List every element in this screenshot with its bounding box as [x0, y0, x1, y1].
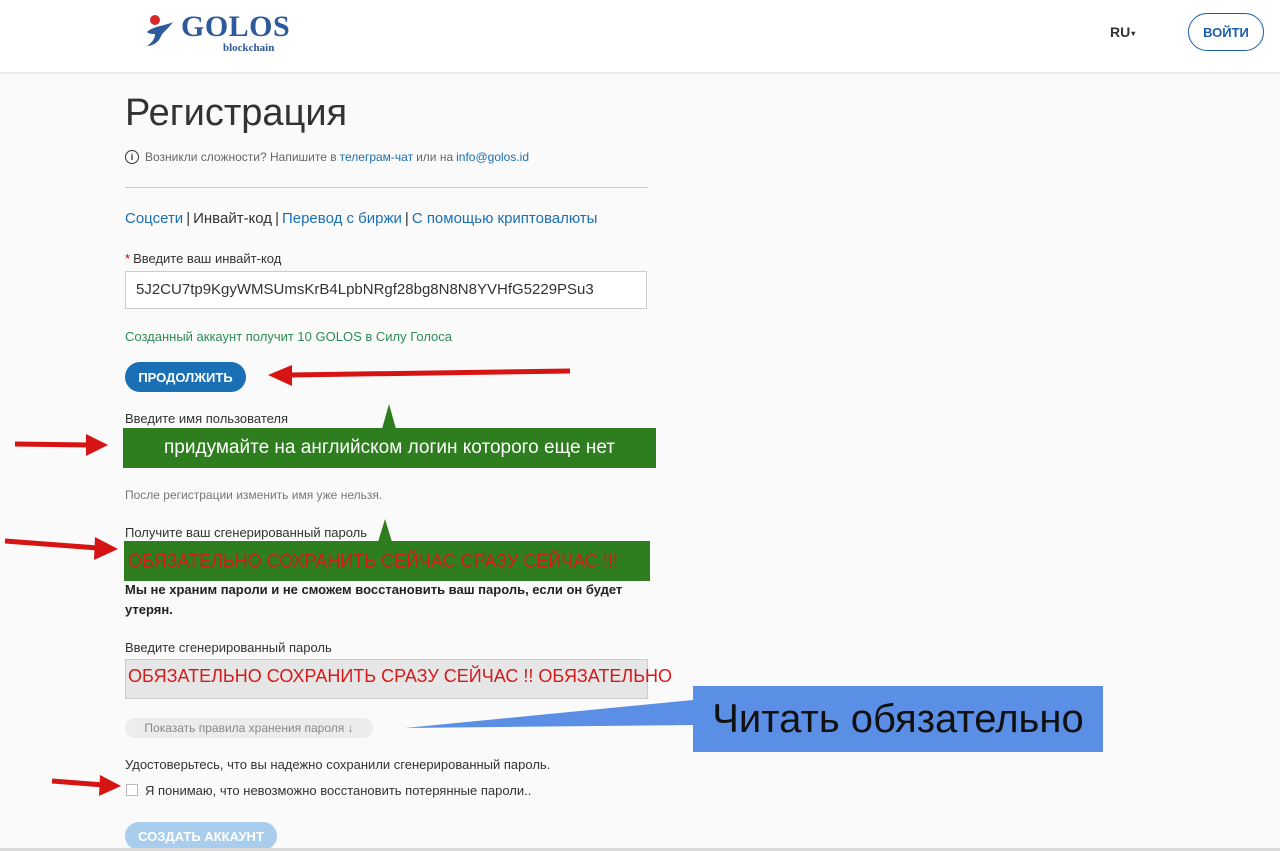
login-button[interactable]: ВОЙТИ: [1188, 13, 1264, 51]
ensure-saved-text: Удостоверьтесь, что вы надежно сохранили…: [125, 757, 551, 772]
help-line: i Возникли сложности? Напишите в телегра…: [125, 150, 532, 164]
create-account-button[interactable]: СОЗДАТЬ АККАУНТ: [125, 822, 277, 850]
method-separator: |: [275, 210, 279, 227]
required-asterisk: *: [125, 251, 131, 266]
invite-label-text: Введите ваш инвайт-код: [133, 251, 282, 266]
logo-figure-icon: [143, 12, 177, 50]
arrow-username-icon: [14, 434, 108, 456]
method-separator: |: [404, 210, 409, 227]
box-pointer-icon: [405, 700, 693, 728]
callout-pointer-icon: [382, 404, 396, 429]
method-crypto[interactable]: С помощью криптовалюты: [412, 210, 598, 227]
confirm-password-label: Введите сгенерированный пароль: [125, 640, 332, 655]
logo-title: GOLOS: [181, 10, 291, 43]
logo-subtitle: blockchain: [223, 42, 275, 54]
language-label: RU: [1110, 24, 1131, 40]
registration-methods: Соцсети | Инвайт-код | Перевод с биржи | С пом…: [125, 210, 597, 227]
callout-pointer-icon: [378, 519, 392, 542]
show-password-rules-button[interactable]: Показать правила хранения пароля ↓: [125, 718, 373, 738]
method-invite-code: Инвайт-код: [193, 210, 273, 227]
understand-checkbox[interactable]: [126, 784, 138, 796]
language-selector[interactable]: RU▾: [1110, 24, 1135, 40]
arrow-continue-icon: [268, 365, 571, 386]
checkbox-label[interactable]: Я понимаю, что невозможно восстановить п…: [145, 783, 531, 798]
method-separator: |: [186, 210, 191, 227]
confirm-overlay-text: ОБЯЗАТЕЛЬНО СОХРАНИТЬ СРАЗУ СЕЙЧАС !! ОБ…: [128, 666, 673, 686]
arrow-password-icon: [4, 537, 118, 560]
golos-logo[interactable]: GOLOS blockchain: [143, 12, 290, 54]
caret-down-icon: ▾: [1131, 28, 1136, 38]
site-header: GOLOS blockchain RU▾ ВОЙТИ: [0, 0, 1280, 73]
username-label: Введите имя пользователя: [125, 411, 289, 426]
page-title: Регистрация: [125, 92, 348, 134]
read-required-box: Читать обязательно: [693, 686, 1103, 752]
username-note: После регистрации изменить имя уже нельз…: [125, 488, 383, 502]
arrow-checkbox-icon: [51, 775, 121, 796]
invite-label: * Введите ваш инвайт-код: [125, 251, 281, 266]
method-exchange[interactable]: Перевод с биржи: [282, 210, 402, 227]
invite-code-input[interactable]: 5J2CU7tp9KgyWMSUmsKrB4LpbNRgf28bg8N8N8YV…: [125, 271, 647, 309]
method-social[interactable]: Соцсети: [125, 210, 183, 227]
password-warning: Мы не храним пароли и не сможем восстано…: [125, 582, 623, 617]
password-label: Получите ваш сгенерированный пароль: [125, 525, 368, 540]
username-callout: придумайте на английском логин которого …: [123, 428, 656, 468]
email-link[interactable]: info@golos.id: [456, 150, 529, 164]
telegram-chat-link[interactable]: телеграм-чат: [340, 150, 413, 164]
invite-note: Созданный аккаунт получит 10 GOLOS в Сил…: [125, 329, 453, 344]
divider: [125, 187, 648, 188]
help-prefix: Возникли сложности? Напишите в: [145, 150, 337, 164]
continue-button[interactable]: ПРОДОЛЖИТЬ: [125, 362, 246, 392]
help-mid: или на: [416, 150, 454, 164]
info-icon: i: [125, 150, 139, 164]
password-callout: ОБЯЗАТЕЛЬНО СОХРАНИТЬ СЕЙЧАС СРАЗУ СЕЙЧА…: [124, 541, 650, 581]
